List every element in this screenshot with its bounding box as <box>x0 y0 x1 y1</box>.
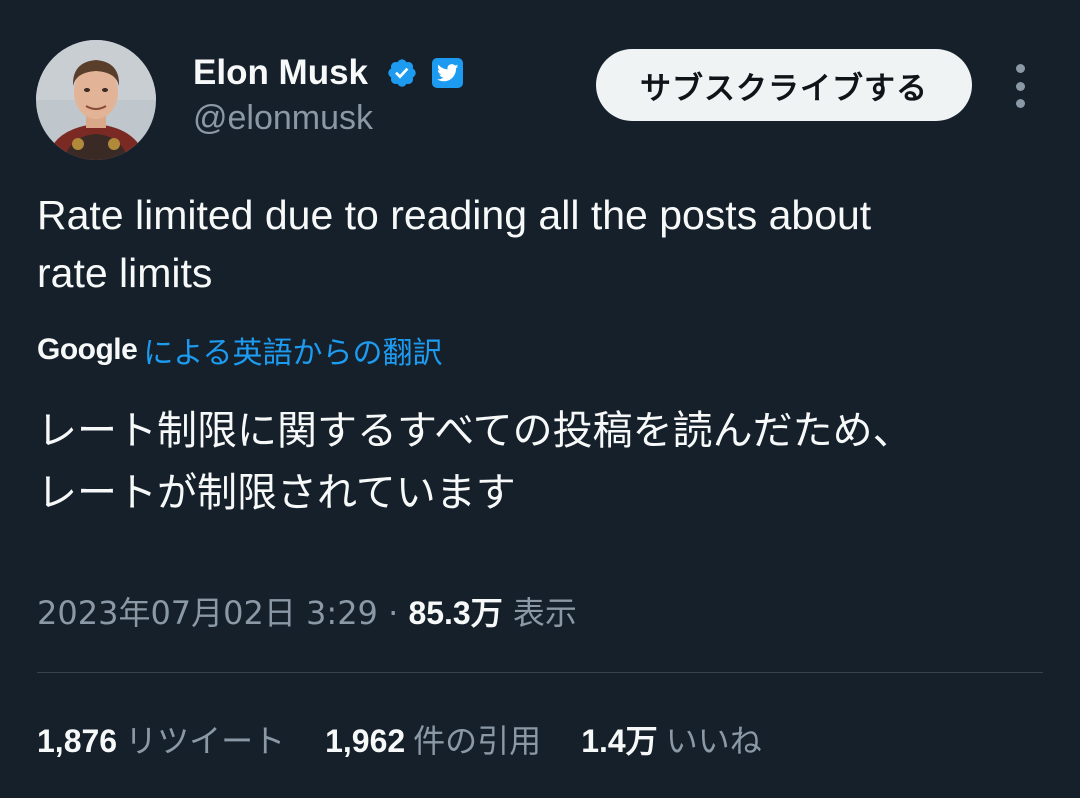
twitter-bird-icon <box>432 58 463 88</box>
more-vertical-icon[interactable] <box>1004 64 1036 108</box>
tweet-card: Elon Musk @elonmusk サブスクライブする Rate limit… <box>0 0 1080 798</box>
translation-attribution: Google による英語からの翻訳 <box>37 328 442 372</box>
translated-text-line: レートが制限されています <box>37 470 516 516</box>
quotes-label: 件の引用 <box>413 722 542 760</box>
quotes-count: 1,962 <box>325 723 406 759</box>
meta-separator: · <box>388 594 399 632</box>
translated-text: レート制限に関するすべての投稿を読んだため、 レートが制限されています <box>37 400 1047 524</box>
retweets-count: 1,876 <box>37 723 118 759</box>
retweets-label: リツイート <box>125 722 286 760</box>
more-dot <box>1015 99 1025 108</box>
divider <box>37 672 1043 673</box>
tweet-text-line: Rate limited due to reading all the post… <box>37 192 872 238</box>
translation-link[interactable]: による英語からの翻訳 <box>143 328 442 372</box>
tweet-meta: 2023年07月02日 3:29 · 85.3万 表示 <box>37 590 577 636</box>
avatar-image <box>36 40 156 160</box>
likes-stat[interactable]: 1.4万 いいね <box>581 718 762 764</box>
verified-check-icon <box>388 59 416 87</box>
tweet-text-line: rate limits <box>37 250 213 296</box>
google-logo: Google <box>37 333 138 366</box>
more-dot <box>1015 64 1025 73</box>
retweets-stat[interactable]: 1,876 リツイート <box>37 718 285 764</box>
views-label: 表示 <box>512 594 577 632</box>
author-name[interactable]: Elon Musk <box>193 52 368 94</box>
avatar[interactable] <box>36 40 156 160</box>
tweet-text: Rate limited due to reading all the post… <box>37 186 1047 302</box>
quotes-stat[interactable]: 1,962 件の引用 <box>325 718 541 764</box>
engagement-stats: 1,876 リツイート 1,962 件の引用 1.4万 いいね <box>37 718 802 764</box>
tweet-datetime[interactable]: 2023年07月02日 3:29 <box>37 594 378 632</box>
likes-label: いいね <box>665 722 762 760</box>
subscribe-button[interactable]: サブスクライブする <box>596 49 972 121</box>
more-dot <box>1015 81 1025 91</box>
likes-count: 1.4万 <box>581 723 658 759</box>
views-count: 85.3万 <box>408 595 503 631</box>
translated-text-line: レート制限に関するすべての投稿を読んだため、 <box>37 408 913 454</box>
author-handle[interactable]: @elonmusk <box>193 98 373 138</box>
